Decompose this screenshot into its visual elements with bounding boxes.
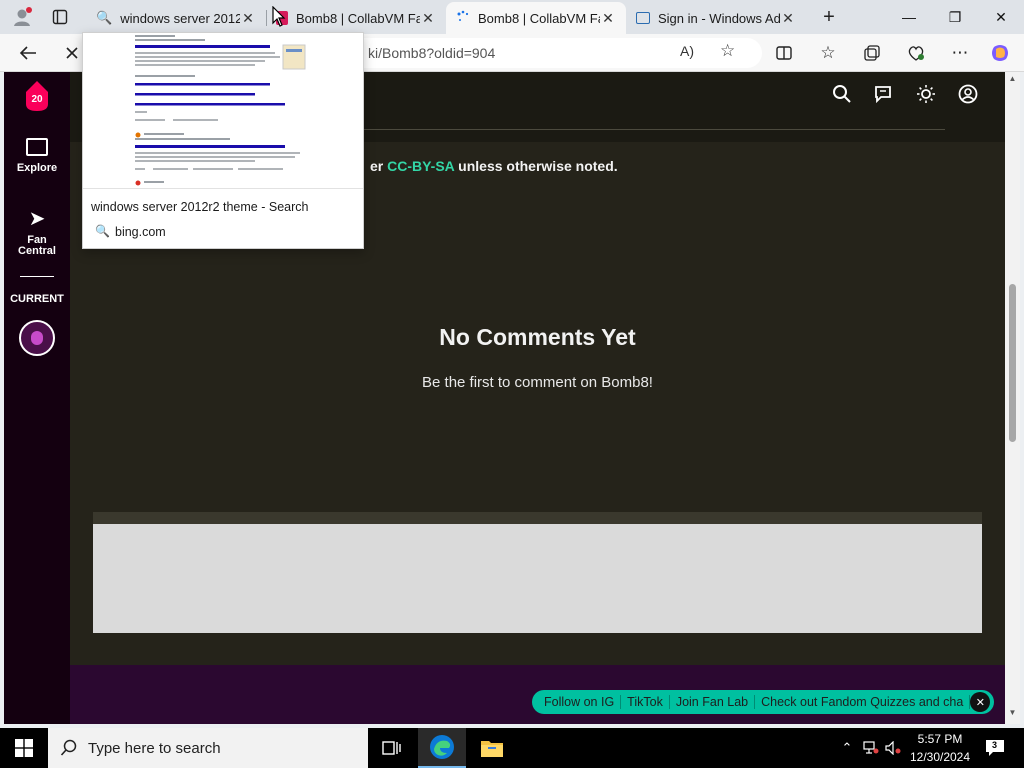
copilot-icon[interactable] [986,39,1014,67]
tab-windows-admin-signin[interactable]: Sign in - Windows Adm ✕ [626,2,806,34]
section-separator-band [93,512,982,524]
back-arrow-icon[interactable] [14,39,42,67]
tab-close-button[interactable]: ✕ [600,10,616,27]
notification-center-icon[interactable]: 3 [984,739,1006,757]
close-bar-button[interactable]: ✕ [970,692,991,712]
explore-label: Explore [16,162,58,174]
comments-empty-subtitle: Be the first to comment on Bomb8! [422,374,653,391]
license-suffix: unless otherwise noted. [458,158,618,174]
address-bar-url[interactable]: ki/Bomb8?oldid=904 [368,45,495,61]
search-icon: 🔍 [96,10,113,25]
user-account-icon[interactable] [958,84,978,109]
settings-more-icon[interactable]: ⋯ [946,39,974,67]
windows-start-icon[interactable] [0,728,48,768]
ad-placeholder [93,524,982,633]
page-thumbnail [83,33,363,189]
comments-section: No Comments Yet Be the first to comment … [93,222,982,512]
clock-time: 5:57 PM [917,732,963,746]
fandom-global-nav: 20 Explore ➤ Fan Central CURRENT [4,72,70,724]
license-prefix: er [370,158,384,174]
search-icon [60,739,78,761]
fandom-logo-text: 20 [31,94,43,105]
minimize-button[interactable]: — [886,0,932,34]
license-notice: er CC-BY-SA unless otherwise noted. [370,158,618,174]
edge-taskbar-icon[interactable] [418,728,466,768]
tab-bing-search[interactable]: 🔍 windows server 2012r2 ✕ [86,2,266,34]
tab-title: Bomb8 | CollabVM Fan [478,10,600,26]
favorite-star-icon[interactable]: ☆ [720,41,735,61]
tab-bomb8-fandom[interactable]: Bomb8 | CollabVM Fan ✕ [266,2,446,34]
tab-title: Sign in - Windows Adm [658,10,780,26]
follow-on-ig-link[interactable]: Follow on IG [538,695,622,709]
tab-close-button[interactable]: ✕ [240,10,256,27]
fan-central-label: Fan Central [18,234,56,257]
current-community-avatar[interactable] [19,320,55,356]
browser-essentials-icon[interactable] [902,39,930,67]
notification-count-badge: 3 [992,740,998,750]
fandom-quizzes-link[interactable]: Check out Fandom Quizzes and cha [755,695,971,709]
windows-taskbar: Type here to search ⌃ 5:57 PM 12/30/2024… [0,728,1024,768]
tab-bomb8-fandom-active[interactable]: Bomb8 | CollabVM Fan ✕ [446,2,626,34]
rocket-icon: ➤ [28,208,46,230]
tab-hover-preview[interactable]: windows server 2012r2 theme - Search 🔍 b… [82,32,364,249]
section-divider [360,129,945,130]
tab-title: windows server 2012r2 [120,10,240,26]
volume-muted-icon[interactable] [884,739,902,757]
clock-date: 12/30/2024 [909,750,971,764]
explore-nav-item[interactable]: Explore [4,138,70,174]
taskbar-search-box[interactable]: Type here to search [48,728,368,768]
newspaper-icon [26,138,48,156]
fan-central-nav-item[interactable]: ➤ Fan Central [4,206,70,257]
network-icon[interactable] [862,739,880,757]
tab-title: Bomb8 | CollabVM Fan [296,10,420,26]
comments-empty-title: No Comments Yet [439,324,636,350]
social-links-bar: Follow on IG TikTok Join Fan Lab Check o… [532,690,994,714]
preview-site-name: bing.com [115,225,166,239]
task-view-icon[interactable] [368,728,416,768]
browser-tab-strip: 🔍 windows server 2012r2 ✕ Bomb8 | Collab… [0,0,1024,34]
license-link[interactable]: CC-BY-SA [387,158,454,174]
tab-close-button[interactable]: ✕ [780,10,796,27]
windows-admin-icon [636,12,650,24]
theme-toggle-sun-icon[interactable] [916,84,936,109]
tiktok-link[interactable]: TikTok [621,695,670,709]
split-screen-icon[interactable] [770,39,798,67]
page-scrollbar[interactable]: ▲ ▼ [1005,72,1020,724]
scroll-down-icon[interactable]: ▼ [1005,708,1020,720]
favorites-icon[interactable]: ☆ [814,39,842,67]
new-tab-button[interactable]: + [815,3,843,31]
mouse-cursor-icon [272,6,286,27]
scrollbar-thumb[interactable] [1009,284,1016,442]
search-icon[interactable] [832,84,852,109]
fandom-logo[interactable]: 20 [4,80,70,115]
tab-close-button[interactable]: ✕ [420,10,436,27]
search-icon: 🔍 [95,224,110,238]
file-explorer-icon[interactable] [468,728,516,768]
read-aloud-icon[interactable]: A) [680,43,694,59]
collections-icon[interactable] [858,39,886,67]
profile-avatar-icon[interactable] [8,3,36,31]
join-fan-lab-link[interactable]: Join Fan Lab [670,695,756,709]
system-clock[interactable]: 5:57 PM 12/30/2024 [906,730,974,766]
tab-actions-icon[interactable] [46,3,74,31]
restore-button[interactable]: ❐ [932,0,978,34]
search-placeholder: Type here to search [88,739,221,757]
preview-page-title: windows server 2012r2 theme - Search [91,200,309,214]
fandom-flame-icon [31,331,43,345]
window-close-button[interactable]: ✕ [978,0,1024,34]
discussions-icon[interactable] [874,84,894,109]
scroll-up-icon[interactable]: ▲ [1005,74,1020,86]
rail-divider [20,276,54,277]
loading-icon [456,10,470,27]
current-section-label: CURRENT [10,293,64,305]
show-hidden-icons-chevron-icon[interactable]: ⌃ [838,739,856,757]
